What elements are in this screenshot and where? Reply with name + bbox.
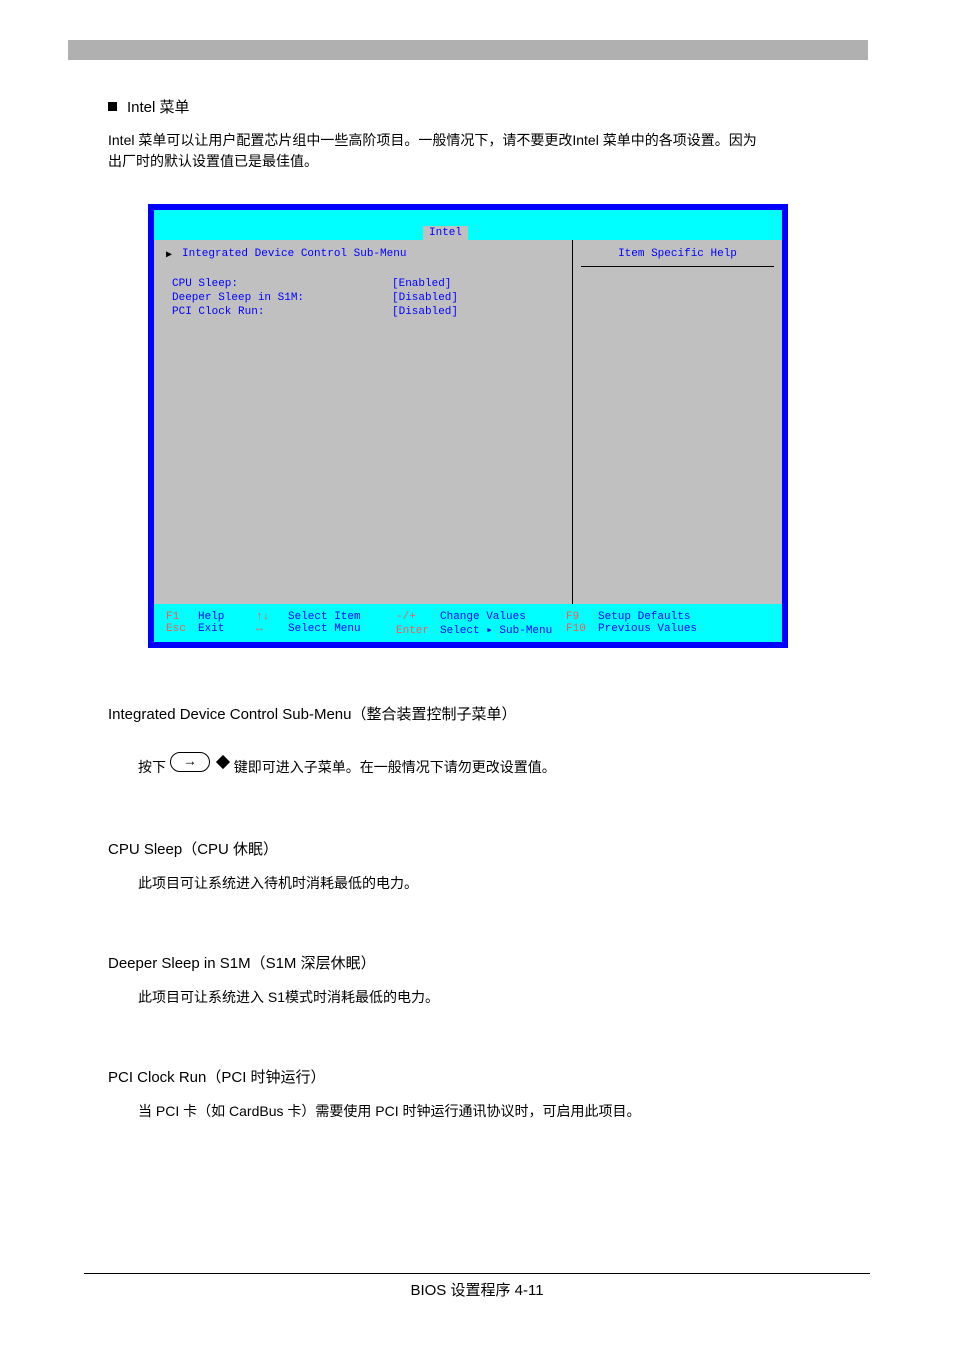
item-body-3: 此项目可让系统进入 S1模式时消耗最低的电力。 bbox=[138, 987, 768, 1008]
setting-value: [Disabled] bbox=[392, 306, 458, 318]
triangle-right-icon: ▶ bbox=[166, 249, 172, 261]
item-body-1: 按下 键即可进入子菜单。在一般情况下请勿更改设置值。 bbox=[138, 752, 768, 778]
item-heading-1: Integrated Device Control Sub-Menu（整合装置控… bbox=[108, 703, 516, 724]
body-pre: 按下 bbox=[138, 759, 170, 775]
diamond-icon bbox=[216, 755, 230, 769]
section-title: Intel 菜单 bbox=[108, 96, 190, 117]
legend-label: Change Values bbox=[440, 611, 526, 623]
page-footer-text: BIOS 设置程序 4-11 bbox=[0, 1279, 954, 1300]
legend-label: Exit bbox=[198, 623, 224, 635]
legend-label: Select Menu bbox=[288, 623, 361, 635]
page-header-bar bbox=[68, 40, 868, 60]
item-body-2: 此项目可让系统进入待机时消耗最低的电力。 bbox=[138, 873, 768, 894]
legend-label: Setup Defaults bbox=[598, 611, 690, 623]
enter-key-indicator bbox=[170, 752, 230, 772]
legend-key: Esc bbox=[166, 623, 198, 635]
section-description: Intel 菜单可以让用户配置芯片组中一些高阶项目。一般情况下，请不要更改Int… bbox=[108, 130, 768, 172]
legend-label: Select Item bbox=[288, 611, 361, 623]
square-bullet-icon bbox=[108, 102, 117, 111]
title-text: Intel 菜单 bbox=[127, 96, 190, 117]
bios-window: Intel ▶ Integrated Device Control Sub-Me… bbox=[148, 204, 788, 648]
legend-key: -/+ bbox=[396, 611, 440, 623]
setting-value: [Enabled] bbox=[392, 278, 451, 290]
legend-label: Help bbox=[198, 611, 224, 623]
legend-key: F1 bbox=[166, 611, 198, 623]
legend-key: Enter bbox=[396, 625, 440, 637]
setting-deeper-sleep[interactable]: Deeper Sleep in S1M: [Disabled] bbox=[172, 292, 562, 304]
setting-label: CPU Sleep: bbox=[172, 278, 392, 290]
setting-label: PCI Clock Run: bbox=[172, 306, 392, 318]
bios-settings-list: CPU Sleep: [Enabled] Deeper Sleep in S1M… bbox=[172, 278, 562, 318]
legend-label: Select ▸ Sub-Menu bbox=[440, 623, 552, 637]
submenu-item-integrated-device[interactable]: ▶ Integrated Device Control Sub-Menu bbox=[172, 248, 562, 260]
bios-footer-legend: F1Help ↑↓Select Item -/+Change Values F9… bbox=[154, 606, 782, 642]
setting-cpu-sleep[interactable]: CPU Sleep: [Enabled] bbox=[172, 278, 562, 290]
item-body-4: 当 PCI 卡（如 CardBus 卡）需要使用 PCI 时钟运行通讯协议时，可… bbox=[138, 1101, 768, 1122]
legend-label: Previous Values bbox=[598, 623, 697, 635]
item-heading-4: PCI Clock Run（PCI 时钟运行） bbox=[108, 1066, 326, 1087]
bios-help-pane: Item Specific Help bbox=[572, 240, 782, 604]
setting-pci-clock-run[interactable]: PCI Clock Run: [Disabled] bbox=[172, 306, 562, 318]
legend-key: ↔ bbox=[256, 623, 288, 635]
legend-row-2: EscExit ↔Select Menu EnterSelect ▸ Sub-M… bbox=[166, 623, 770, 637]
body-post: 键即可进入子菜单。在一般情况下请勿更改设置值。 bbox=[234, 759, 556, 775]
item-heading-2: CPU Sleep（CPU 休眠） bbox=[108, 838, 278, 859]
setting-label: Deeper Sleep in S1M: bbox=[172, 292, 392, 304]
legend-row-1: F1Help ↑↓Select Item -/+Change Values F9… bbox=[166, 611, 770, 623]
legend-key: F9 bbox=[566, 611, 598, 623]
bios-tab-intel[interactable]: Intel bbox=[423, 226, 468, 240]
setting-value: [Disabled] bbox=[392, 292, 458, 304]
item-heading-3: Deeper Sleep in S1M（S1M 深层休眠） bbox=[108, 952, 376, 973]
oval-key-icon bbox=[170, 752, 210, 772]
submenu-label: Integrated Device Control Sub-Menu bbox=[182, 248, 406, 260]
bios-left-pane: ▶ Integrated Device Control Sub-Menu CPU… bbox=[154, 240, 572, 604]
legend-key: F10 bbox=[566, 623, 598, 635]
legend-key: ↑↓ bbox=[256, 611, 288, 623]
help-pane-title: Item Specific Help bbox=[581, 248, 774, 267]
bios-body: ▶ Integrated Device Control Sub-Menu CPU… bbox=[154, 240, 782, 604]
footer-divider bbox=[84, 1273, 870, 1274]
